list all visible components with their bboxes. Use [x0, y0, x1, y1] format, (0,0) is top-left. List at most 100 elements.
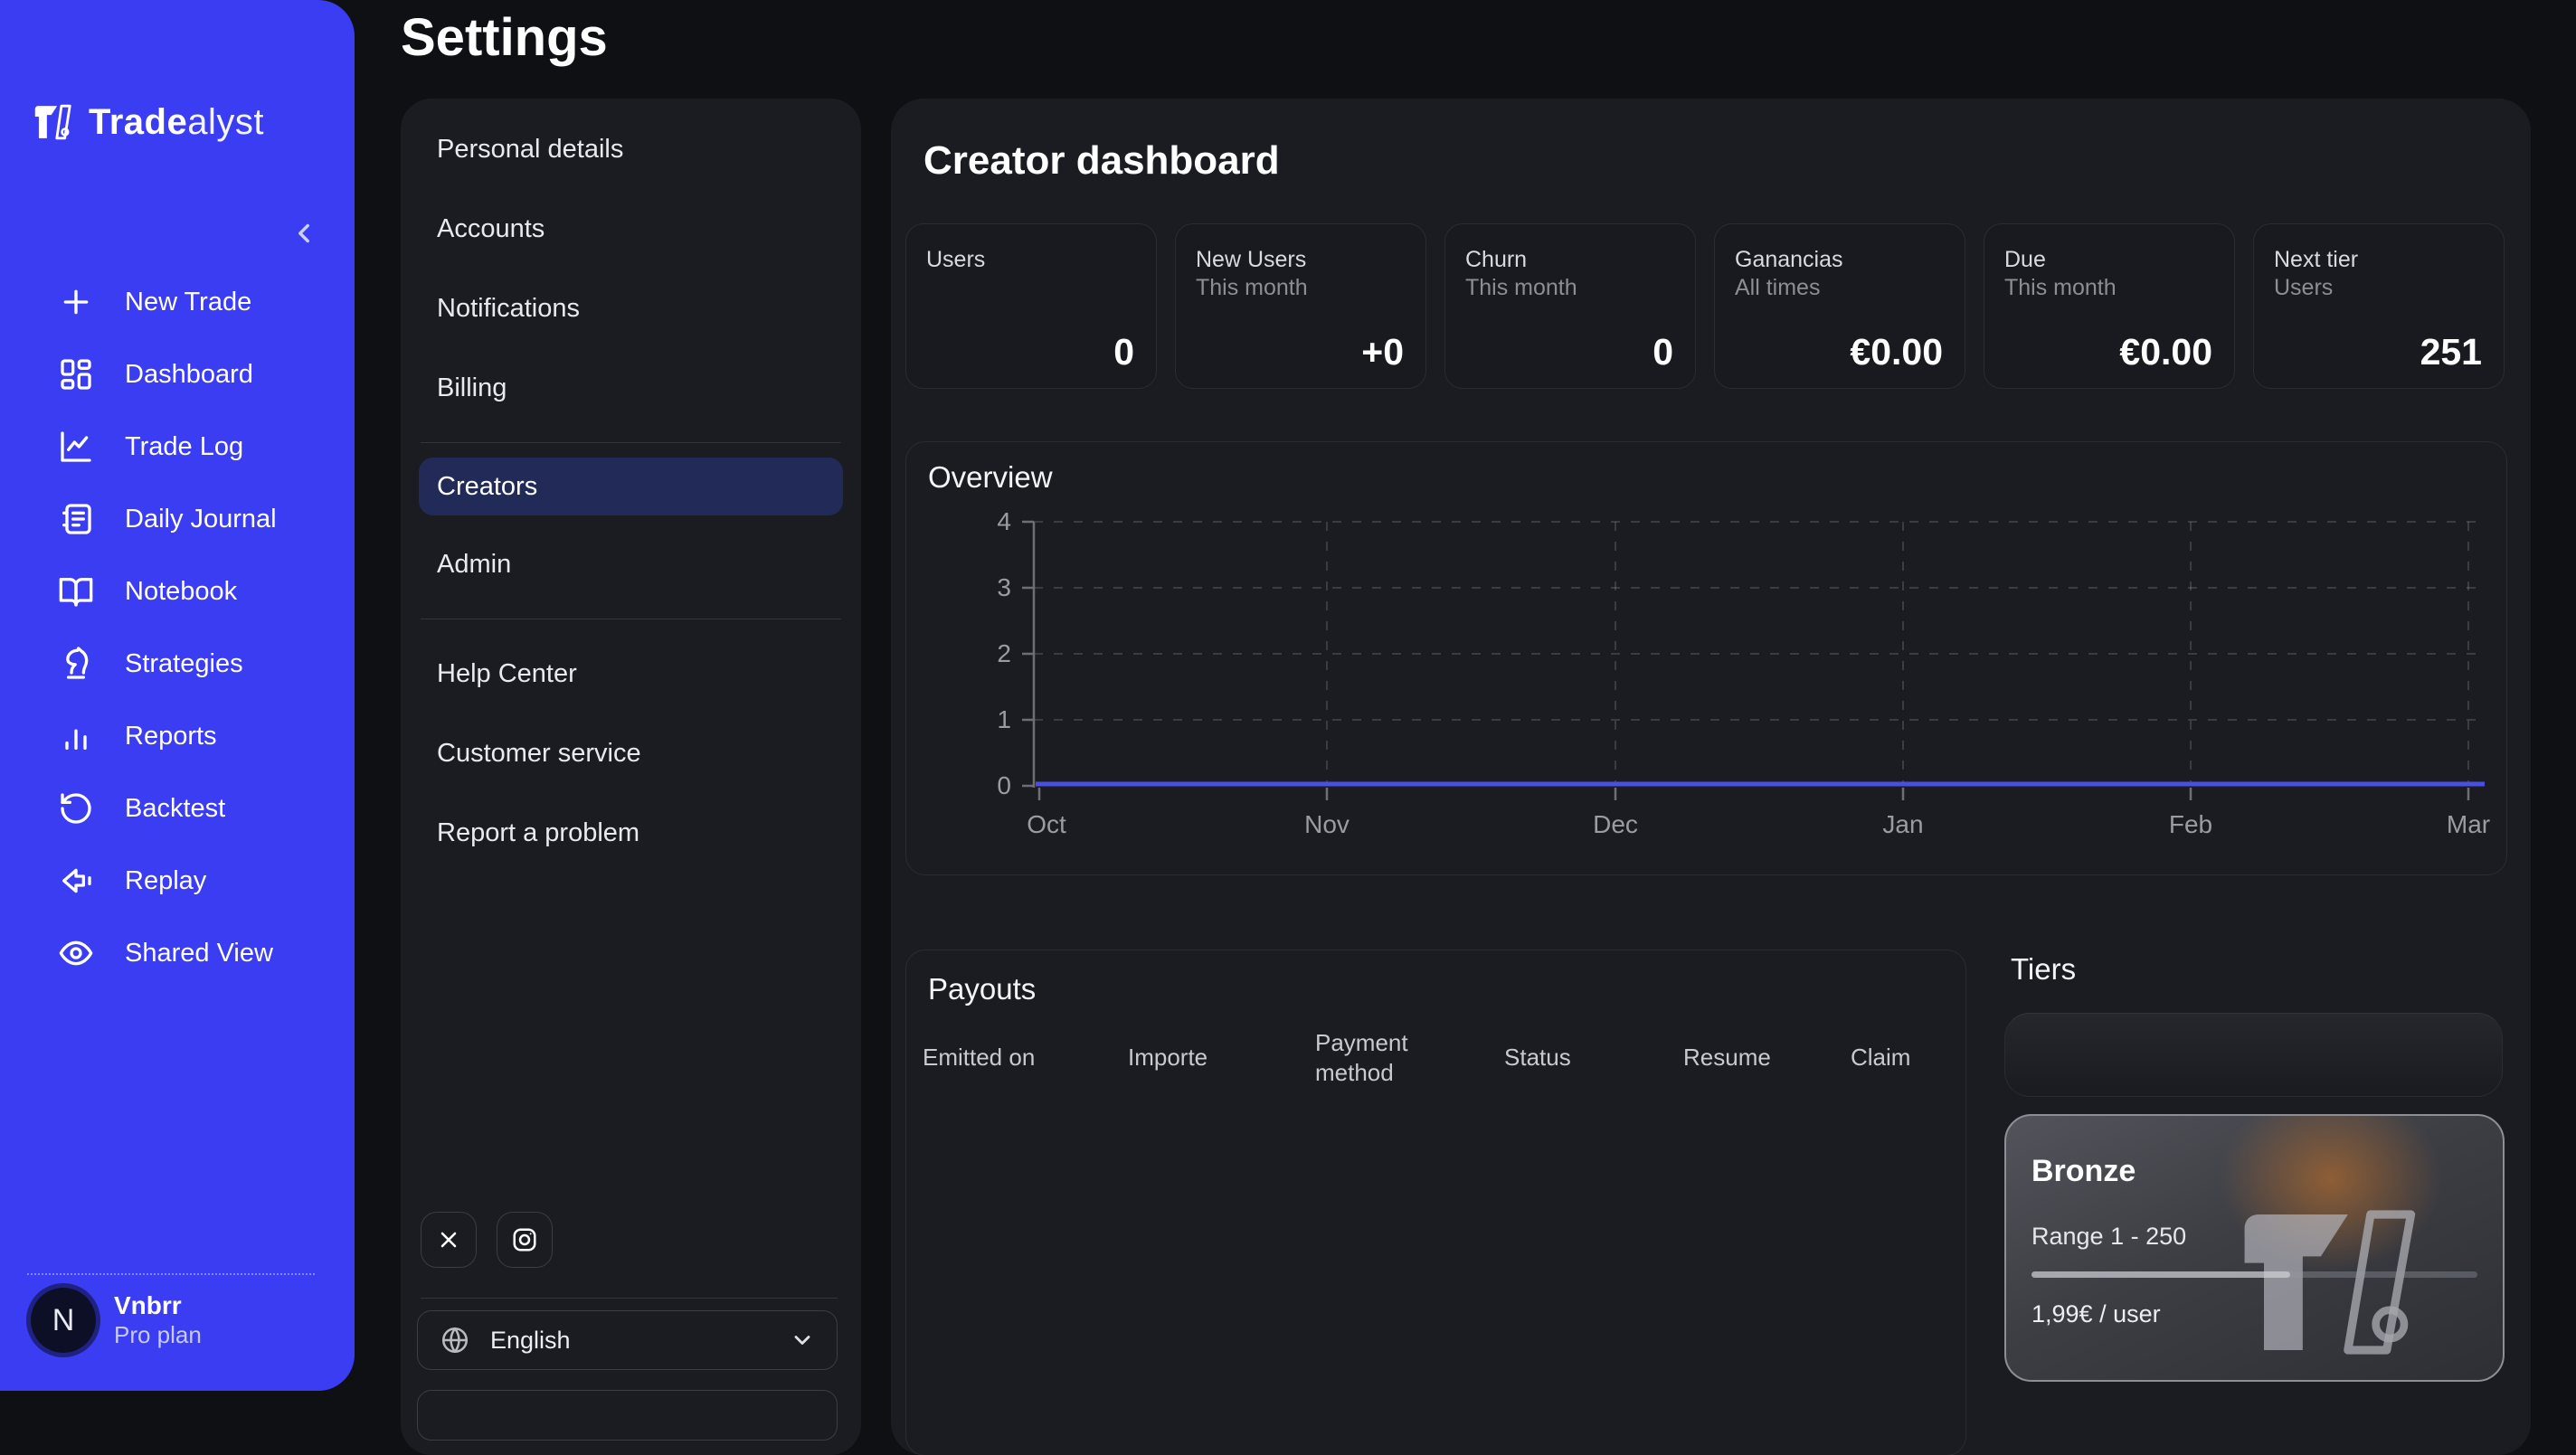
user-profile[interactable]: N Vnbrr Pro plan [31, 1288, 202, 1353]
settings-item-accounts[interactable]: Accounts [419, 189, 843, 269]
x-tick-mar: Mar [2447, 810, 2490, 838]
stat-card-ganancias: Ganancias All times €0.00 [1714, 223, 1965, 389]
replay-arrow-left-icon [58, 863, 94, 899]
settings-item-billing[interactable]: Billing [419, 348, 843, 428]
language-select[interactable]: English [417, 1310, 838, 1370]
stat-card-churn: Churn This month 0 [1444, 223, 1696, 389]
stat-label: Churn [1465, 246, 1675, 274]
line-chart-icon [58, 429, 94, 465]
sidebar-item-label: Trade Log [125, 432, 243, 462]
payouts-col-resume: Resume [1683, 1044, 1851, 1072]
stat-sublabel: This month [1465, 274, 1675, 302]
sidebar-item-daily-journal[interactable]: Daily Journal [0, 483, 355, 555]
sidebar-item-notebook[interactable]: Notebook [0, 555, 355, 628]
stat-label: Next tier [2274, 246, 2484, 274]
tier-price: 1,99€ / user [2031, 1300, 2161, 1328]
stat-label: Ganancias [1735, 246, 1945, 274]
payouts-table-header: Emitted on Importe Payment method Status… [923, 1028, 1965, 1082]
tier-name: Bronze [2031, 1154, 2136, 1189]
stat-label: Due [2004, 246, 2214, 274]
tier-card-partial [2004, 1013, 2503, 1097]
instagram-social-button[interactable] [497, 1212, 553, 1268]
sidebar-item-label: Backtest [125, 794, 225, 824]
dashboard-grid-icon [58, 356, 94, 392]
payouts-col-claim: Claim [1851, 1044, 1965, 1072]
sidebar-nav: New Trade Dashboard Trade Log Daily Jour… [0, 266, 355, 989]
eye-icon [58, 935, 94, 971]
chevron-left-icon [289, 218, 319, 249]
language-value: English [490, 1327, 571, 1355]
stat-value: +0 [1361, 331, 1404, 373]
payouts-col-emitted-on: Emitted on [923, 1044, 1128, 1072]
stat-label: Users [926, 246, 1136, 274]
globe-icon [440, 1325, 470, 1356]
sidebar-divider [27, 1273, 315, 1275]
stat-label: New Users [1196, 246, 1406, 274]
sidebar-item-shared-view[interactable]: Shared View [0, 917, 355, 989]
settings-item-admin[interactable]: Admin [419, 524, 843, 604]
screen: { "brand": {"bold": "Trade", "light": "a… [0, 0, 2576, 1394]
settings-bottom-button-partial[interactable] [417, 1390, 838, 1441]
sidebar-item-label: Notebook [125, 577, 237, 607]
sidebar-item-backtest[interactable]: Backtest [0, 772, 355, 845]
sidebar-item-label: Reports [125, 722, 217, 751]
settings-item-personal-details[interactable]: Personal details [419, 109, 843, 189]
settings-item-notifications[interactable]: Notifications [419, 269, 843, 348]
sidebar-item-label: Daily Journal [125, 505, 277, 534]
settings-divider [421, 1298, 838, 1299]
payouts-card: Payouts Emitted on Importe Payment metho… [905, 950, 1966, 1455]
sidebar-item-dashboard[interactable]: Dashboard [0, 338, 355, 411]
plus-icon [58, 284, 94, 320]
sidebar-item-strategies[interactable]: Strategies [0, 628, 355, 700]
sidebar-item-label: New Trade [125, 288, 251, 317]
stat-card-due: Due This month €0.00 [1984, 223, 2235, 389]
sidebar-item-trade-log[interactable]: Trade Log [0, 411, 355, 483]
chevron-down-icon [790, 1327, 815, 1353]
sidebar-item-label: Strategies [125, 649, 243, 679]
settings-divider [421, 442, 841, 443]
stat-sublabel: This month [1196, 274, 1406, 302]
x-tick-jan: Jan [1882, 810, 1923, 838]
sidebar: Tradealyst New Trade Dashboard Trade Log… [0, 0, 355, 1391]
payouts-col-importe: Importe [1128, 1044, 1315, 1072]
y-tick-4: 4 [997, 507, 1011, 535]
brand-name: Tradealyst [89, 102, 264, 143]
chess-knight-icon [58, 646, 94, 682]
user-name: Vnbrr [114, 1291, 202, 1320]
settings-item-help-center[interactable]: Help Center [419, 634, 843, 713]
stat-card-new-users: New Users This month +0 [1175, 223, 1426, 389]
x-icon [436, 1227, 461, 1252]
sidebar-item-replay[interactable]: Replay [0, 845, 355, 917]
payouts-title: Payouts [928, 972, 1036, 1006]
stat-value: €0.00 [2119, 331, 2212, 373]
brand-logo-icon [31, 101, 76, 143]
payouts-col-status: Status [1504, 1044, 1683, 1072]
creator-dashboard-title: Creator dashboard [923, 138, 1280, 184]
tiers-title: Tiers [2011, 952, 2076, 987]
x-social-button[interactable] [421, 1212, 477, 1268]
stats-row: Users 0 New Users This month +0 Churn Th… [905, 223, 2505, 389]
settings-item-customer-service[interactable]: Customer service [419, 713, 843, 793]
tier-range: Range 1 - 250 [2031, 1223, 2186, 1251]
stat-card-users: Users 0 [905, 223, 1157, 389]
sidebar-item-label: Replay [125, 866, 206, 896]
payouts-col-payment-method: Payment method [1315, 1028, 1437, 1087]
page-title: Settings [401, 7, 608, 68]
y-tick-0: 0 [997, 771, 1011, 799]
sidebar-item-reports[interactable]: Reports [0, 700, 355, 772]
stat-sublabel: All times [1735, 274, 1945, 302]
settings-item-creators-selected[interactable]: Creators [419, 458, 843, 515]
rotate-ccw-icon [58, 790, 94, 827]
x-tick-dec: Dec [1593, 810, 1638, 838]
book-open-icon [58, 573, 94, 609]
sidebar-item-new-trade[interactable]: New Trade [0, 266, 355, 338]
settings-item-report-a-problem[interactable]: Report a problem [419, 793, 843, 873]
stat-value: €0.00 [1850, 331, 1943, 373]
x-tick-feb: Feb [2169, 810, 2212, 838]
sidebar-item-label: Dashboard [125, 360, 253, 390]
social-links [421, 1212, 553, 1268]
y-tick-3: 3 [997, 573, 1011, 601]
tier-progress-bar [2031, 1271, 2477, 1278]
stat-sublabel: This month [2004, 274, 2214, 302]
sidebar-collapse-button[interactable] [284, 213, 324, 253]
